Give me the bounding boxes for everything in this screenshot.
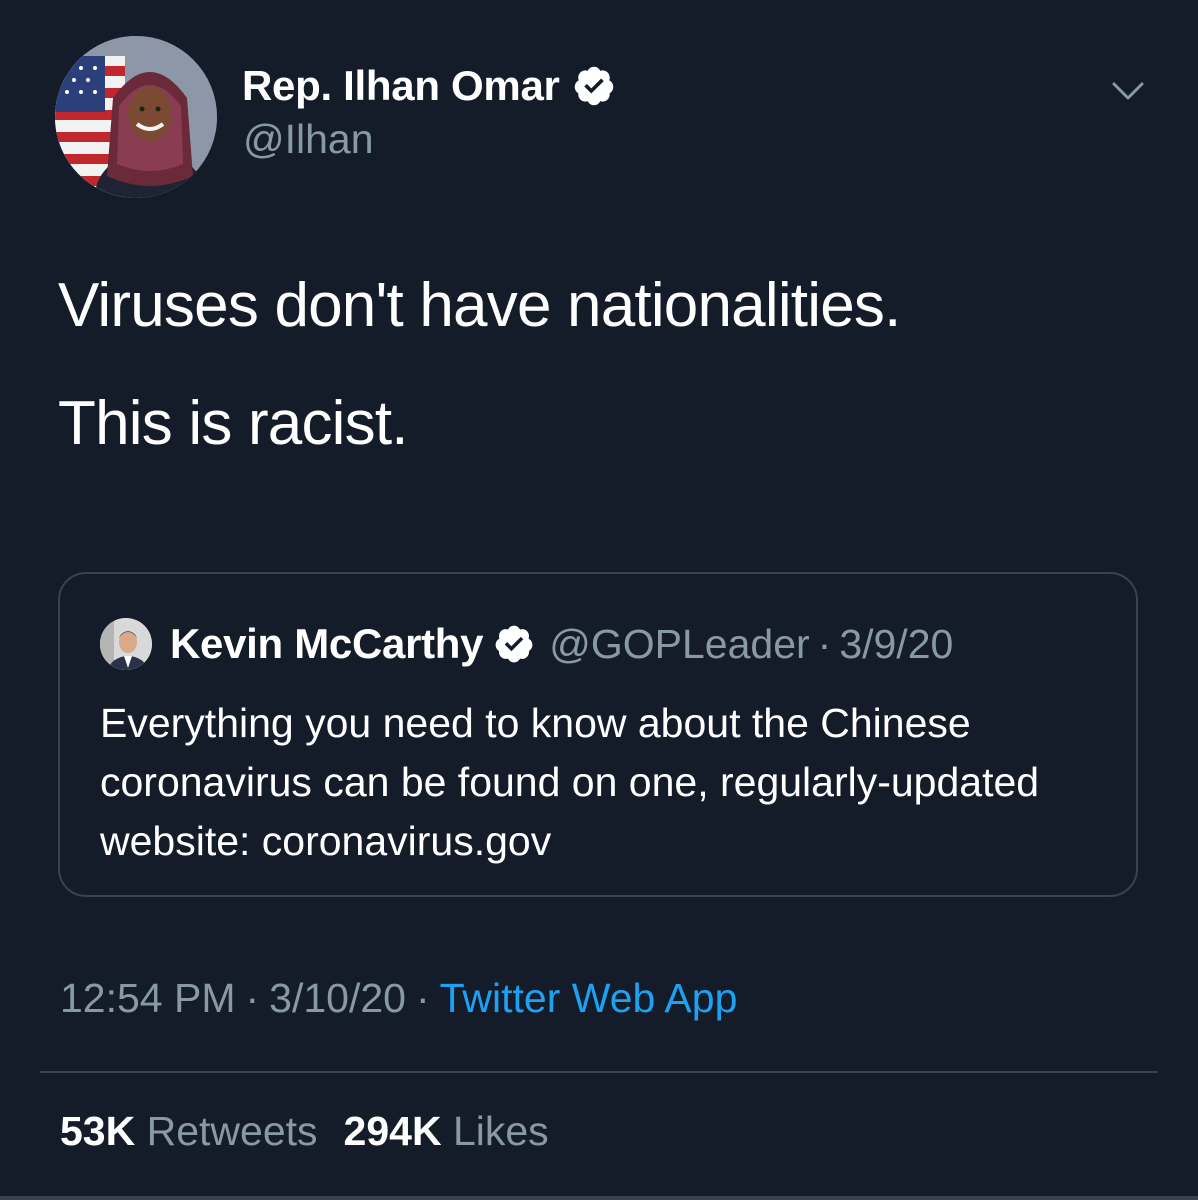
retweets-label: Retweets (146, 1108, 318, 1154)
quoted-verified-badge-icon (493, 623, 535, 665)
likes-stat[interactable]: 294K Likes (344, 1108, 549, 1154)
author-handle[interactable]: @Ilhan (243, 116, 374, 163)
meta-separator: · (415, 975, 430, 1021)
tweet-text-line: This is racist. (58, 389, 409, 458)
meta-separator: · (245, 975, 260, 1021)
quoted-author-handle: @GOPLeader (549, 620, 810, 667)
author-name[interactable]: Rep. Ilhan Omar (242, 62, 560, 110)
quoted-date: 3/9/20 (839, 620, 954, 667)
likes-label: Likes (452, 1108, 549, 1154)
author-avatar[interactable] (55, 36, 217, 198)
quoted-tweet-header: Kevin McCarthy @GOPLeader · 3/9/20 (100, 614, 953, 674)
chevron-down-icon[interactable] (1108, 76, 1148, 106)
quoted-tweet-text: Everything you need to know about the Ch… (100, 700, 1040, 864)
tweet-stats: 53K Retweets 294K Likes (60, 1108, 549, 1155)
retweets-count: 53K (60, 1108, 136, 1154)
quoted-avatar-photo-icon (100, 618, 152, 670)
quoted-tweet[interactable]: Kevin McCarthy @GOPLeader · 3/9/20 Every… (58, 572, 1138, 897)
tweet-source-link[interactable]: Twitter Web App (440, 975, 738, 1021)
verified-badge-icon (572, 64, 616, 108)
tweet-date[interactable]: 3/10/20 (269, 975, 406, 1021)
author-name-row: Rep. Ilhan Omar (242, 60, 616, 112)
quoted-author-avatar (100, 618, 152, 670)
quoted-author-name: Kevin McCarthy (170, 620, 484, 667)
bottom-divider (0, 1196, 1198, 1200)
avatar-photo-icon (55, 36, 217, 198)
likes-count: 294K (343, 1108, 442, 1154)
retweets-stat[interactable]: 53K Retweets (60, 1108, 318, 1154)
quoted-separator: · (817, 620, 832, 667)
divider (40, 1071, 1158, 1073)
tweet-time[interactable]: 12:54 PM (60, 975, 236, 1021)
tweet-text: Viruses don't have nationalities. This i… (58, 270, 1158, 460)
tweet-text-line: Viruses don't have nationalities. (58, 271, 901, 340)
tweet-card: Rep. Ilhan Omar @Ilhan Viruses don't hav… (0, 0, 1198, 1200)
tweet-meta: 12:54 PM · 3/10/20 · Twitter Web App (60, 975, 737, 1022)
